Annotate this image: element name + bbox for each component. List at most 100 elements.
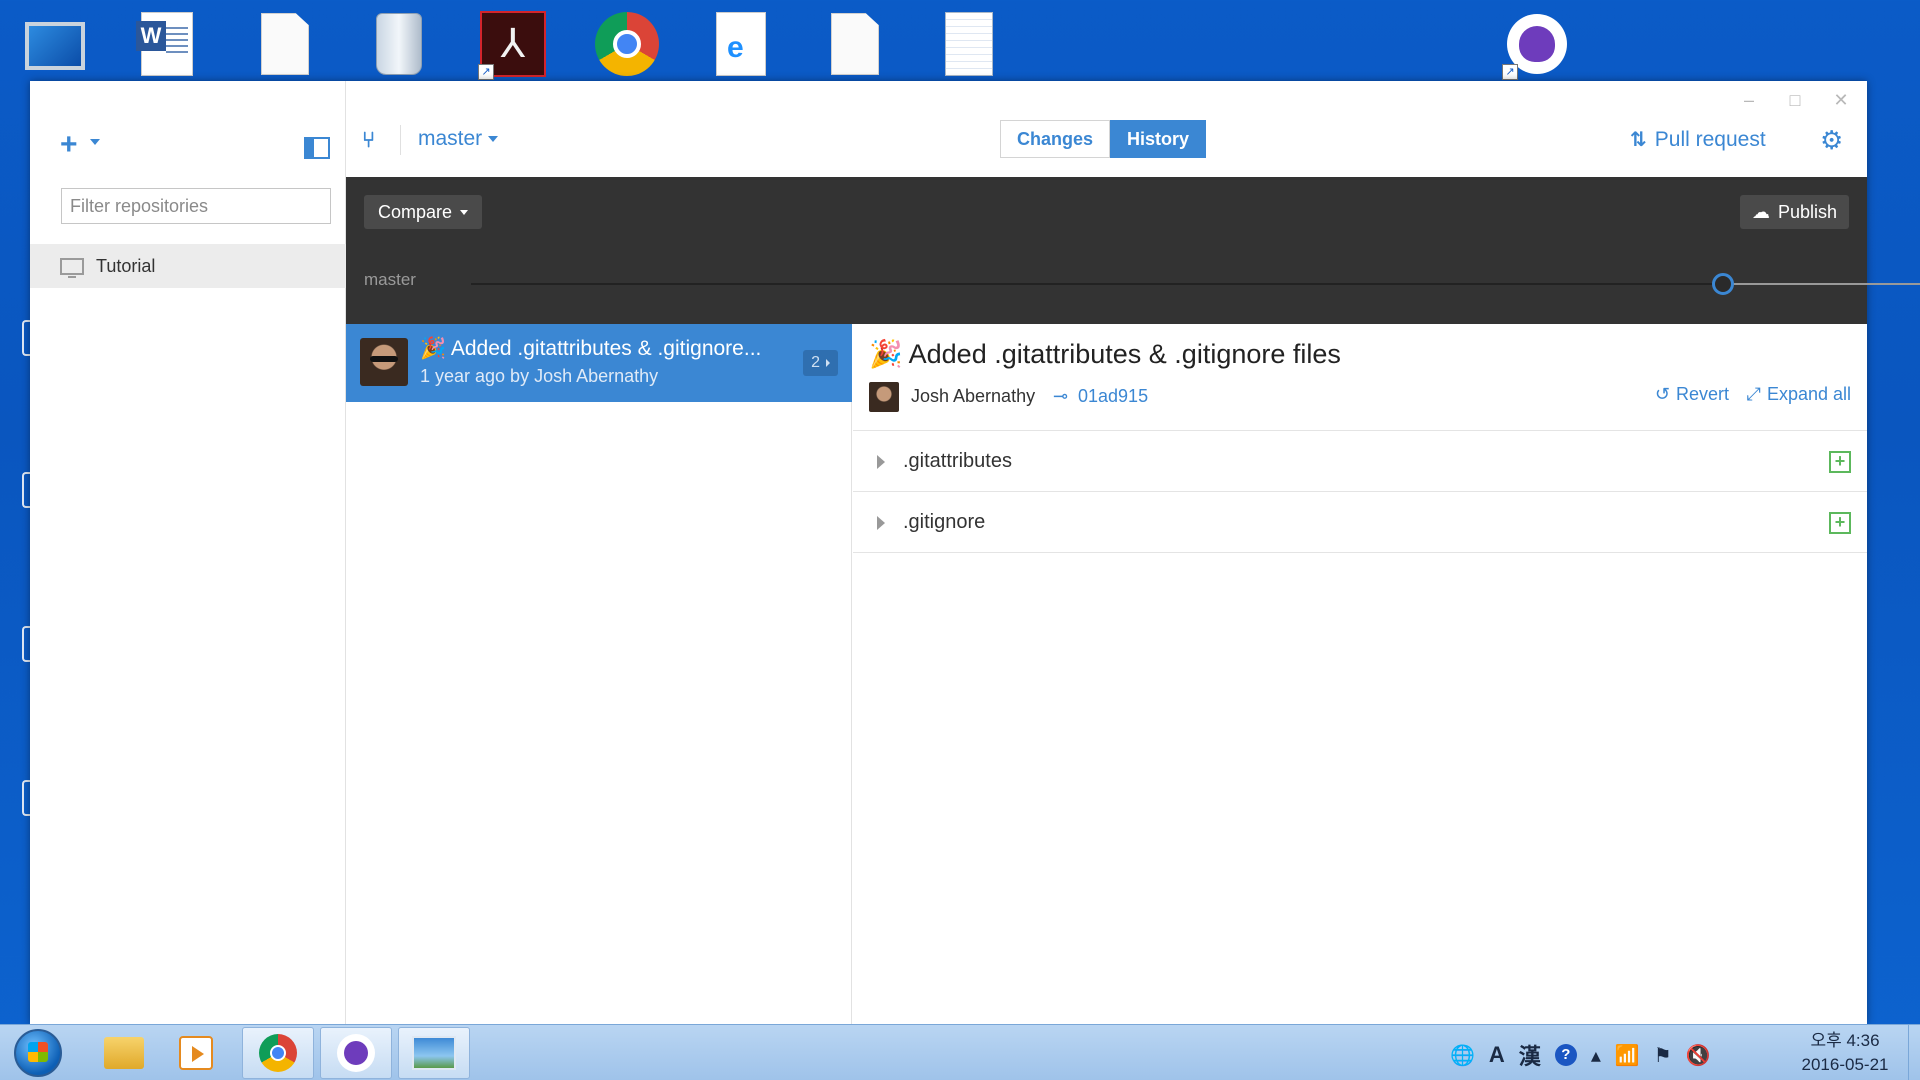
recycle-bin-desktop-icon[interactable] — [362, 8, 436, 80]
action-center-icon[interactable]: ⚑ — [1654, 1043, 1672, 1068]
shortcut-arrow-icon: ↗ — [1502, 64, 1518, 80]
taskbar: 🌐 A 漢 ? ▴ 📶 ⚑ 🔇 오후 4:36 2016-05-21 — [0, 1024, 1920, 1080]
taskbar-file-explorer[interactable] — [88, 1027, 160, 1079]
view-tabs: Changes History — [1000, 120, 1207, 158]
tab-changes[interactable]: Changes — [1000, 120, 1111, 158]
header-divider — [400, 125, 401, 155]
network-icon[interactable]: 📶 — [1615, 1043, 1640, 1068]
commit-files-badge[interactable]: 2 — [803, 350, 838, 376]
file-list-divider — [853, 552, 1867, 553]
acrobat-reader-desktop-icon[interactable]: ↗ — [476, 8, 550, 80]
add-repository-button[interactable]: + — [60, 130, 78, 160]
chevron-down-icon — [488, 136, 499, 142]
history-toolbar: Compare ☁ Publish master — [346, 177, 1920, 324]
start-button[interactable] — [14, 1029, 62, 1077]
commit-detail-title: 🎉 Added .gitattributes & .gitignore file… — [869, 338, 1341, 370]
photo-viewer-icon — [412, 1036, 456, 1070]
sidebar-toggle-icon[interactable] — [304, 137, 330, 159]
ime-hanja-indicator[interactable]: 漢 — [1519, 1039, 1541, 1071]
expand-all-label: Expand all — [1766, 384, 1851, 404]
github-desktop-window: – □ ✕ + Tutorial ⑂ master Changes Histor… — [30, 81, 1920, 1024]
commit-detail-title-text: Added .gitattributes & .gitignore files — [908, 339, 1341, 369]
chevron-down-icon[interactable] — [90, 139, 100, 145]
filter-repositories-input[interactable] — [61, 188, 331, 224]
taskbar-github-desktop[interactable] — [320, 1027, 392, 1079]
pull-request-button[interactable]: ⇅ Pull request — [1630, 127, 1766, 152]
clock-time: 오후 4:36 — [1810, 1031, 1880, 1050]
cloud-upload-icon: ☁ — [1751, 201, 1770, 222]
gear-icon[interactable]: ⚙ — [1820, 125, 1843, 156]
file-added-icon: + — [1829, 450, 1851, 473]
taskbar-chrome[interactable] — [242, 1027, 314, 1079]
help-icon[interactable]: ? — [1554, 1044, 1577, 1066]
language-bar-icon[interactable]: 🌐 — [1450, 1043, 1475, 1068]
chevron-down-icon — [460, 209, 469, 215]
minimize-button[interactable]: – — [1737, 89, 1761, 111]
file-row[interactable]: .gitattributes + — [853, 430, 1867, 492]
computer-desktop-icon[interactable] — [18, 8, 92, 80]
repository-item-tutorial[interactable]: Tutorial — [30, 244, 346, 288]
blank-document-desktop-icon-2[interactable] — [818, 8, 892, 80]
expand-icon: ⤢ — [1746, 384, 1761, 404]
taskbar-media-player[interactable] — [160, 1027, 232, 1079]
file-name: .gitignore — [903, 511, 986, 533]
commit-title-text: Added .gitattributes & .gitignore... — [450, 337, 762, 360]
chevron-right-icon — [826, 359, 830, 367]
revert-button[interactable]: ↺ Revert — [1655, 384, 1729, 405]
undo-icon: ↺ — [1654, 384, 1670, 404]
avatar — [360, 338, 408, 386]
chrome-icon — [259, 1034, 297, 1072]
github-icon — [337, 1034, 375, 1072]
repository-name: Tutorial — [96, 255, 156, 276]
close-button[interactable]: ✕ — [1829, 89, 1853, 111]
revert-label: Revert — [1675, 384, 1729, 404]
word-document-desktop-icon[interactable] — [130, 8, 204, 80]
system-tray: 🌐 A 漢 ? ▴ 📶 ⚑ 🔇 — [1450, 1039, 1711, 1071]
maximize-button[interactable]: □ — [1783, 89, 1807, 111]
system-clock[interactable]: 오후 4:36 2016-05-21 — [1790, 1029, 1900, 1077]
avatar — [869, 382, 899, 412]
expand-all-button[interactable]: ⤢ Expand all — [1747, 384, 1851, 405]
chevron-right-icon[interactable] — [877, 515, 885, 530]
compare-button[interactable]: Compare — [364, 195, 483, 229]
notepad-document-desktop-icon[interactable] — [932, 8, 1006, 80]
show-desktop-button[interactable] — [1908, 1025, 1920, 1080]
taskbar-photo-viewer[interactable] — [398, 1027, 470, 1079]
chevron-right-icon[interactable] — [877, 454, 885, 469]
timeline-track-ahead — [1729, 283, 1920, 285]
commit-list-item[interactable]: 🎉 Added .gitattributes & .gitignore... 1… — [346, 324, 852, 402]
branch-icon[interactable]: ⑂ — [362, 127, 375, 153]
file-name: .gitattributes — [903, 450, 1012, 472]
github-desktop-icon[interactable]: ↗ — [1500, 8, 1574, 80]
pull-request-icon: ⇅ — [1630, 129, 1647, 151]
folder-icon — [104, 1037, 144, 1069]
commit-sha-link[interactable]: 01ad915 — [1078, 386, 1148, 407]
publish-button[interactable]: ☁ Publish — [1739, 195, 1849, 229]
branch-selector[interactable]: master — [418, 127, 499, 151]
chrome-desktop-icon[interactable] — [590, 8, 664, 80]
file-row[interactable]: .gitignore + — [853, 491, 1867, 553]
compare-label: Compare — [378, 201, 453, 222]
ie-document-desktop-icon[interactable] — [704, 8, 778, 80]
files-count: 2 — [811, 354, 820, 371]
repository-sidebar: + Tutorial — [30, 81, 346, 1024]
monitor-icon — [60, 257, 84, 278]
commit-detail: 🎉 Added .gitattributes & .gitignore file… — [853, 324, 1867, 1024]
party-popper-icon: 🎉 — [869, 339, 903, 369]
publish-label: Publish — [1777, 201, 1837, 222]
timeline-commit-node[interactable] — [1712, 273, 1734, 295]
blank-document-desktop-icon[interactable] — [248, 8, 322, 80]
commit-title: 🎉 Added .gitattributes & .gitignore... — [420, 337, 761, 361]
file-added-icon: + — [1829, 511, 1851, 534]
tab-history[interactable]: History — [1110, 120, 1207, 158]
commit-author: Josh Abernathy — [911, 386, 1036, 406]
commit-list: 🎉 Added .gitattributes & .gitignore... 1… — [346, 324, 852, 1024]
party-popper-icon: 🎉 — [420, 337, 447, 360]
volume-muted-icon[interactable]: 🔇 — [1686, 1043, 1711, 1068]
window-controls: – □ ✕ — [1737, 89, 1853, 111]
shortcut-arrow-icon: ↗ — [478, 64, 494, 80]
commit-meta: 1 year ago by Josh Abernathy — [420, 366, 659, 386]
show-hidden-icons-button[interactable]: ▴ — [1591, 1043, 1601, 1068]
media-player-icon — [179, 1036, 213, 1070]
ime-mode-indicator[interactable]: A — [1489, 1042, 1505, 1068]
